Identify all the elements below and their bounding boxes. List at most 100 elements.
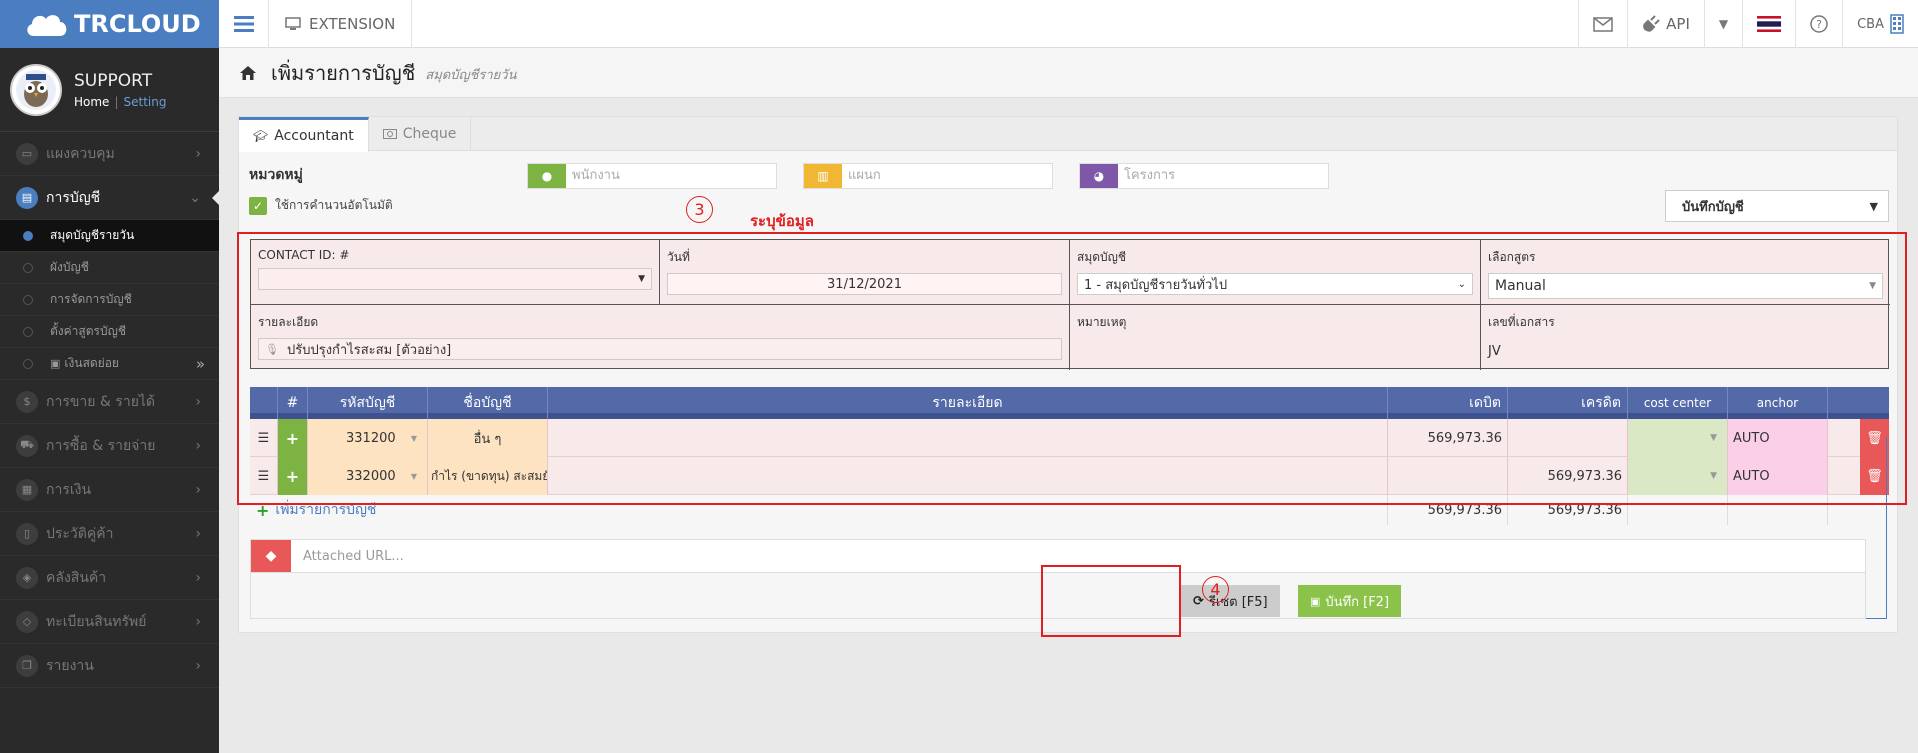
cloud-icon bbox=[27, 15, 67, 36]
chevron-right-icon: › bbox=[195, 393, 201, 410]
hamburger-icon bbox=[233, 16, 254, 32]
id-card-icon: ▣ bbox=[50, 357, 61, 370]
page-header: เพิ่มรายการบัญชี สมุดบัญชีรายวัน bbox=[219, 48, 1918, 98]
diamond-icon: ◇ bbox=[16, 610, 38, 633]
setting-link[interactable]: Setting bbox=[123, 95, 166, 109]
step-3-highlight-box bbox=[237, 232, 1907, 505]
brand-logo[interactable]: TRCLOUD bbox=[0, 0, 219, 48]
tab-cheque[interactable]: Cheque bbox=[369, 117, 472, 151]
chevron-right-icon: › bbox=[195, 481, 201, 498]
check-icon: ✓ bbox=[249, 196, 267, 215]
cart-icon: ⛟ bbox=[16, 434, 38, 457]
sidebar-item-reports[interactable]: ❐ รายงาน › bbox=[0, 644, 219, 688]
reset-button[interactable]: ⟳ รีเซต [F5] bbox=[1181, 585, 1280, 617]
sidebar-item-label: การเงิน bbox=[46, 481, 92, 498]
floppy-disk-icon: ▣ bbox=[1310, 594, 1321, 608]
sidebar-subitem-petty-cash[interactable]: ▣ เงินสดย่อย » bbox=[0, 348, 219, 380]
sidebar-item-inventory[interactable]: ◈ คลังสินค้า › bbox=[0, 556, 219, 600]
sidebar-subitem-label: เงินสดย่อย bbox=[64, 356, 119, 370]
sidebar-item-dashboard[interactable]: ▭ แผงควบคุม › bbox=[0, 132, 219, 176]
dollar-icon: $ bbox=[16, 390, 38, 413]
sidebar-item-assets[interactable]: ◇ ทะเบียนสินทรัพย์ › bbox=[0, 600, 219, 644]
chevron-right-icon: › bbox=[195, 657, 201, 674]
chevron-down-icon: ▼ bbox=[1869, 199, 1878, 213]
sidebar-item-label: ประวัติคู่ค้า bbox=[46, 525, 114, 542]
sidebar-item-label: รายงาน bbox=[46, 657, 94, 674]
svg-text:?: ? bbox=[1816, 18, 1822, 31]
home-icon[interactable] bbox=[239, 65, 257, 81]
step-4-highlight-box bbox=[1041, 565, 1181, 637]
api-button[interactable]: API bbox=[1627, 0, 1704, 48]
home-link[interactable]: Home bbox=[74, 95, 109, 109]
chevron-down-icon: ⌄ bbox=[189, 189, 201, 206]
project-field[interactable]: ◕ โครงการ bbox=[1079, 163, 1329, 189]
sidebar-subitem-chart-of-accounts[interactable]: ผังบัญชี bbox=[0, 252, 219, 284]
thai-flag-icon bbox=[1757, 16, 1782, 32]
profile-name: SUPPORT bbox=[74, 70, 153, 91]
company-button[interactable]: CBA bbox=[1842, 0, 1918, 48]
api-label: API bbox=[1666, 15, 1690, 33]
sidebar-item-purchases[interactable]: ⛟ การซื้อ & รายจ่าย › bbox=[0, 424, 219, 468]
employee-placeholder: พนักงาน bbox=[572, 168, 620, 183]
calendar-icon: ▦ bbox=[16, 478, 38, 501]
question-circle-icon: ? bbox=[1810, 15, 1828, 33]
auto-calc-label: ใช้การคำนวนอัตโนมัติ bbox=[275, 198, 393, 212]
contact-icon: ▯ bbox=[16, 522, 38, 545]
chevron-right-icon: › bbox=[195, 613, 201, 630]
sidebar-subitem-account-management[interactable]: การจัดการบัญชี bbox=[0, 284, 219, 316]
copy-icon: ❐ bbox=[16, 654, 38, 677]
top-bar: TRCLOUD EXTENSION API ▼ ? CBA bbox=[0, 0, 1918, 48]
sidebar-item-accounting[interactable]: ▤ การบัญชี ⌄ bbox=[0, 176, 220, 220]
double-chevron-right-icon: » bbox=[195, 354, 205, 373]
extension-button[interactable]: EXTENSION bbox=[269, 0, 413, 48]
sidebar-item-label: การซื้อ & รายจ่าย bbox=[46, 437, 156, 454]
book-icon: ▤ bbox=[16, 186, 38, 209]
sidebar-item-label: การบัญชี bbox=[46, 189, 101, 206]
action-select[interactable]: บันทึกบัญชี ▼ bbox=[1665, 190, 1889, 222]
link-separator: | bbox=[114, 94, 119, 109]
sidebar-item-label: ทะเบียนสินทรัพย์ bbox=[46, 613, 147, 630]
step-3-marker: 3 bbox=[686, 196, 713, 223]
mail-button[interactable] bbox=[1578, 0, 1627, 48]
sidebar-item-label: การขาย & รายได้ bbox=[46, 393, 156, 410]
save-button[interactable]: ▣ บันทึก [F2] bbox=[1298, 585, 1402, 617]
chevron-right-icon: › bbox=[195, 437, 201, 454]
envelope-icon bbox=[1593, 16, 1613, 32]
chevron-right-icon: › bbox=[195, 569, 201, 586]
sidebar-subitem-journal[interactable]: สมุดบัญชีรายวัน bbox=[0, 220, 219, 252]
sidebar-item-contacts[interactable]: ▯ ประวัติคู่ค้า › bbox=[0, 512, 219, 556]
menu-toggle-button[interactable] bbox=[219, 0, 269, 48]
tab-label: Accountant bbox=[274, 128, 354, 144]
language-button[interactable] bbox=[1742, 0, 1795, 48]
tab-bar: 🎓︎ Accountant Cheque bbox=[239, 117, 1897, 152]
chevron-right-icon: › bbox=[195, 525, 201, 542]
action-select-value: บันทึกบัญชี bbox=[1682, 199, 1744, 215]
help-button[interactable]: ? bbox=[1795, 0, 1842, 48]
dropdown-button[interactable]: ▼ bbox=[1703, 0, 1742, 48]
sidebar-item-sales[interactable]: $ การขาย & รายได้ › bbox=[0, 380, 219, 424]
dropbox-icon: ◆ bbox=[251, 540, 291, 572]
owl-mascot-icon bbox=[16, 69, 56, 110]
department-field[interactable]: ▥ แผนก bbox=[803, 163, 1053, 189]
attachment-placeholder: Attached URL... bbox=[303, 548, 404, 564]
employee-field[interactable]: ● พนักงาน bbox=[527, 163, 777, 189]
avatar[interactable] bbox=[10, 63, 62, 116]
tab-accountant[interactable]: 🎓︎ Accountant bbox=[239, 117, 369, 152]
sidebar-item-finance[interactable]: ▦ การเงิน › bbox=[0, 468, 219, 512]
building-icon bbox=[1890, 14, 1904, 34]
graduation-cap-icon: 🎓︎ bbox=[253, 129, 269, 143]
sidebar-subitem-formula-settings[interactable]: ตั้งค่าสูตรบัญชี bbox=[0, 316, 219, 348]
building-icon: ▥ bbox=[804, 164, 842, 188]
save-label: บันทึก [F2] bbox=[1325, 594, 1390, 610]
sidebar-item-label: แผงควบคุม bbox=[46, 145, 115, 162]
auto-calc-checkbox[interactable]: ✓ ใช้การคำนวนอัตโนมัติ bbox=[249, 196, 393, 215]
brand-name: TRCLOUD bbox=[74, 10, 201, 38]
page-title: เพิ่มรายการบัญชี bbox=[271, 60, 416, 85]
sidebar-subitem-label: การจัดการบัญชี bbox=[50, 292, 132, 306]
tab-label: Cheque bbox=[402, 126, 457, 142]
extension-label: EXTENSION bbox=[309, 15, 396, 33]
caret-down-icon: ▼ bbox=[1718, 17, 1729, 31]
chevron-right-icon: › bbox=[195, 145, 201, 162]
page-subtitle: สมุดบัญชีรายวัน bbox=[425, 68, 517, 83]
sidebar: SUPPORT Home | Setting ▭ แผงควบคุม › ▤ การ… bbox=[0, 48, 220, 753]
